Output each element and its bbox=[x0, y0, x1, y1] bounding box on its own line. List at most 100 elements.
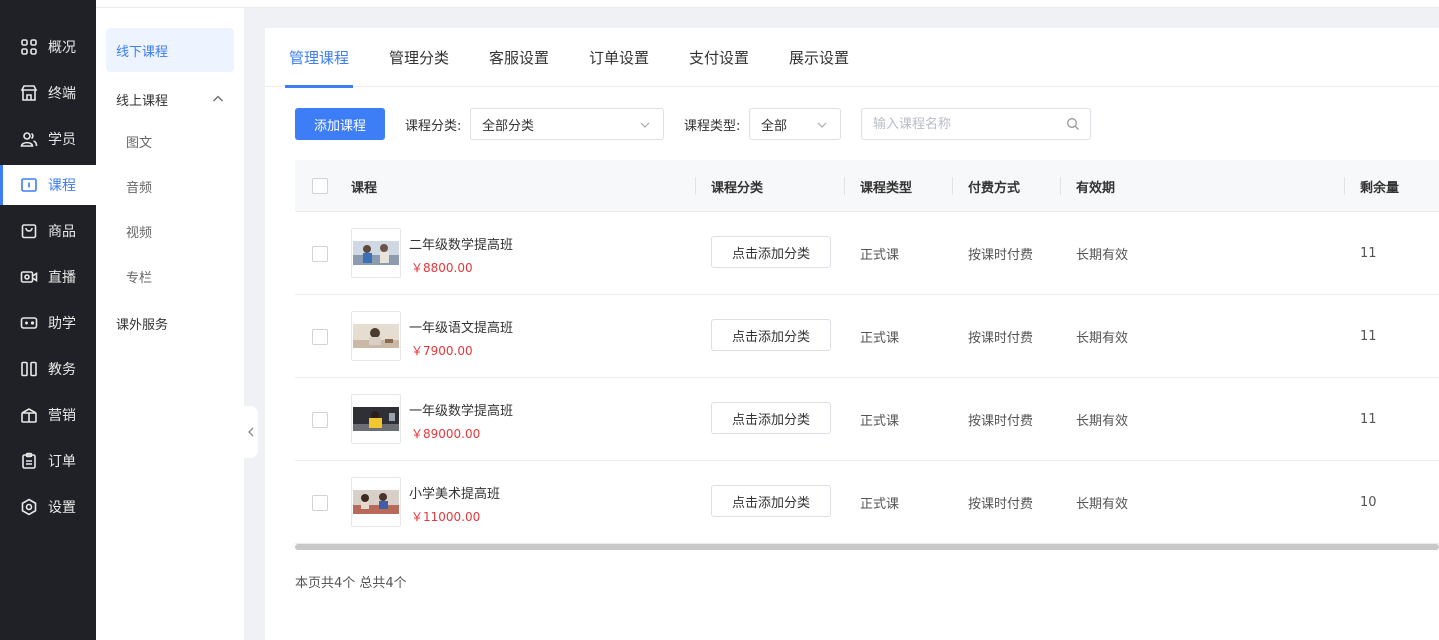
nav-item-assist[interactable]: 助学 bbox=[0, 303, 96, 343]
nav-item-label: 设置 bbox=[48, 500, 76, 516]
tab-label: 管理课程 bbox=[289, 49, 350, 67]
course-type: 正式课 bbox=[860, 414, 900, 429]
category-filter-value: 全部分类 bbox=[482, 118, 535, 134]
course-thumbnail[interactable] bbox=[351, 228, 401, 278]
submenu-item-label: 线上课程 bbox=[116, 93, 169, 109]
nav-item-academic[interactable]: 教务 bbox=[0, 349, 96, 389]
column-divider bbox=[952, 177, 953, 195]
submenu-item-label: 专栏 bbox=[126, 270, 153, 286]
main-panel: 管理课程 管理分类 客服设置 订单设置 支付设置 展示设置 添加课程 课程分类:… bbox=[265, 28, 1439, 640]
submenu-item-label: 图文 bbox=[126, 135, 153, 151]
submenu-item-video[interactable]: 视频 bbox=[106, 209, 234, 253]
chevron-down-icon bbox=[817, 122, 827, 128]
course-thumbnail[interactable] bbox=[351, 394, 401, 444]
nav-item-label: 概况 bbox=[48, 40, 76, 56]
table-header: 课程 课程分类 课程类型 付费方式 有效期 剩余量 bbox=[295, 160, 1439, 212]
submenu-item-audio[interactable]: 音频 bbox=[106, 164, 234, 208]
top-bar bbox=[96, 0, 1439, 8]
course-price: ￥7900.00 bbox=[411, 344, 473, 358]
column-divider bbox=[1344, 177, 1345, 195]
type-filter-select[interactable]: 全部 bbox=[749, 108, 841, 140]
nav-item-live[interactable]: 直播 bbox=[0, 257, 96, 297]
add-category-button[interactable]: 点击添加分类 bbox=[711, 402, 831, 434]
nav-item-settings[interactable]: 设置 bbox=[0, 487, 96, 527]
course-search-input[interactable] bbox=[862, 109, 1052, 139]
submenu-item-label: 音频 bbox=[126, 180, 153, 196]
tab-bar: 管理课程 管理分类 客服设置 订单设置 支付设置 展示设置 bbox=[265, 28, 1439, 88]
main-nav: 概况 终端 学员 课程 商品 直播 助学 教务 营销 订单 设置 bbox=[0, 0, 96, 640]
add-category-button[interactable]: 点击添加分类 bbox=[711, 236, 831, 268]
submenu-item-offline-courses[interactable]: 线下课程 bbox=[106, 28, 234, 72]
validity-period: 长期有效 bbox=[1076, 331, 1129, 346]
column-header-category: 课程分类 bbox=[711, 180, 764, 196]
chevron-down-icon bbox=[640, 122, 650, 128]
gamepad-icon bbox=[20, 314, 38, 332]
submenu-item-graphic[interactable]: 图文 bbox=[106, 119, 234, 163]
horizontal-scrollbar[interactable] bbox=[295, 544, 1439, 550]
course-name[interactable]: 一年级数学提高班 bbox=[409, 400, 513, 419]
course-thumbnail-image bbox=[353, 490, 399, 514]
nav-item-label: 商品 bbox=[48, 224, 76, 240]
payment-method: 按课时付费 bbox=[968, 497, 1034, 512]
column-header-course: 课程 bbox=[351, 180, 378, 196]
column-header-pay: 付费方式 bbox=[968, 180, 1021, 196]
tab-label: 客服设置 bbox=[489, 49, 550, 67]
course-thumbnail[interactable] bbox=[351, 477, 401, 527]
course-name[interactable]: 二年级数学提高班 bbox=[409, 234, 513, 253]
column-header-type: 课程类型 bbox=[860, 180, 913, 196]
clipboard-icon bbox=[20, 452, 38, 470]
search-icon[interactable] bbox=[1066, 117, 1080, 131]
nav-item-goods[interactable]: 商品 bbox=[0, 211, 96, 251]
nav-item-label: 营销 bbox=[48, 408, 76, 424]
course-icon bbox=[20, 176, 38, 194]
nav-item-overview[interactable]: 概况 bbox=[0, 27, 96, 67]
nav-item-label: 直播 bbox=[48, 270, 76, 286]
row-checkbox[interactable] bbox=[312, 412, 328, 428]
remaining-count: 11 bbox=[1360, 246, 1377, 261]
row-checkbox[interactable] bbox=[312, 246, 328, 262]
add-course-button[interactable]: 添加课程 bbox=[295, 108, 385, 140]
add-category-button[interactable]: 点击添加分类 bbox=[711, 485, 831, 517]
column-header-remain: 剩余量 bbox=[1360, 180, 1400, 196]
select-all-checkbox[interactable] bbox=[312, 178, 328, 194]
collapse-sidebar-handle[interactable] bbox=[244, 406, 258, 458]
column-divider bbox=[1060, 177, 1061, 195]
nav-item-orders[interactable]: 订单 bbox=[0, 441, 96, 481]
submenu-item-column[interactable]: 专栏 bbox=[106, 254, 234, 298]
tab-order-settings[interactable]: 订单设置 bbox=[589, 28, 649, 87]
nav-item-terminal[interactable]: 终端 bbox=[0, 73, 96, 113]
submenu-item-extra-services[interactable]: 课外服务 bbox=[106, 301, 234, 345]
category-filter-label: 课程分类: bbox=[405, 118, 462, 134]
submenu-item-online-courses[interactable]: 线上课程 bbox=[106, 77, 234, 121]
hexagon-gear-icon bbox=[20, 498, 38, 516]
table-row: 一年级数学提高班 ￥89000.00 点击添加分类 正式课 按课时付费 长期有效… bbox=[295, 378, 1439, 461]
nav-item-marketing[interactable]: 营销 bbox=[0, 395, 96, 435]
nav-item-label: 课程 bbox=[48, 178, 76, 194]
tab-service-settings[interactable]: 客服设置 bbox=[489, 28, 549, 87]
remaining-count: 11 bbox=[1360, 412, 1377, 427]
course-name[interactable]: 小学美术提高班 bbox=[409, 483, 500, 502]
row-checkbox[interactable] bbox=[312, 329, 328, 345]
course-type: 正式课 bbox=[860, 497, 900, 512]
category-filter-select[interactable]: 全部分类 bbox=[470, 108, 664, 140]
tab-payment-settings[interactable]: 支付设置 bbox=[689, 28, 749, 87]
tab-display-settings[interactable]: 展示设置 bbox=[789, 28, 849, 87]
payment-method: 按课时付费 bbox=[968, 331, 1034, 346]
nav-item-students[interactable]: 学员 bbox=[0, 119, 96, 159]
table-row: 二年级数学提高班 ￥8800.00 点击添加分类 正式课 按课时付费 长期有效 … bbox=[295, 212, 1439, 295]
course-thumbnail[interactable] bbox=[351, 311, 401, 361]
nav-item-label: 终端 bbox=[48, 86, 76, 102]
row-checkbox[interactable] bbox=[312, 495, 328, 511]
course-thumbnail-image bbox=[353, 324, 399, 348]
table-row: 小学美术提高班 ￥11000.00 点击添加分类 正式课 按课时付费 长期有效 … bbox=[295, 461, 1439, 544]
tab-manage-categories[interactable]: 管理分类 bbox=[389, 28, 449, 87]
course-name[interactable]: 一年级语文提高班 bbox=[409, 317, 513, 336]
tab-label: 展示设置 bbox=[789, 49, 850, 67]
payment-method: 按课时付费 bbox=[968, 248, 1034, 263]
store-icon bbox=[20, 84, 38, 102]
tab-manage-courses[interactable]: 管理课程 bbox=[284, 28, 354, 88]
remaining-count: 10 bbox=[1360, 495, 1377, 510]
nav-item-courses[interactable]: 课程 bbox=[0, 165, 96, 205]
add-category-button[interactable]: 点击添加分类 bbox=[711, 319, 831, 351]
course-price: ￥89000.00 bbox=[411, 427, 481, 441]
